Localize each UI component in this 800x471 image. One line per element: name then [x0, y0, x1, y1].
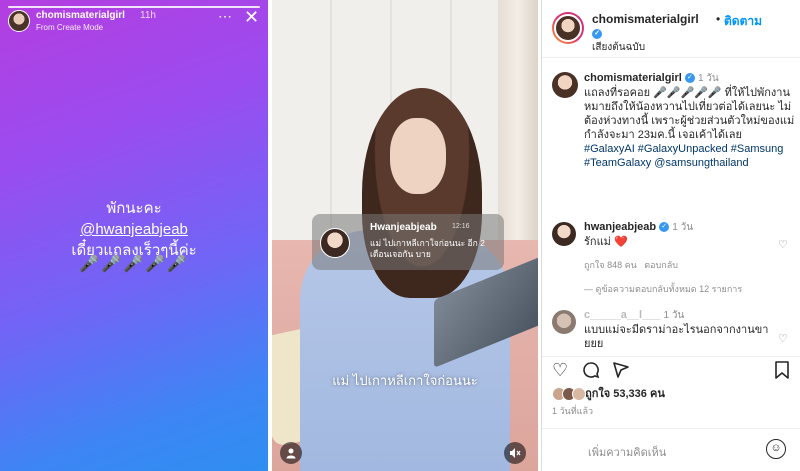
story-text: พักนะคะ @hwanjeabjeab เดี๋ยวแถลงเร็วๆนี้…: [0, 198, 268, 261]
reply-button[interactable]: ตอบกลับ: [644, 260, 678, 270]
notification-avatar: [320, 228, 350, 258]
story-mode-label: From Create Mode: [36, 23, 104, 32]
comment-avatar[interactable]: [552, 222, 576, 246]
verified-icon: ✓: [659, 222, 670, 233]
post-caption: chomismaterialgirl ✓ 1 วัน แถลงที่รอคอย …: [584, 71, 796, 170]
caption-hashtags[interactable]: #GalaxyAI #GalaxyUnpacked #Samsung #Team…: [584, 143, 783, 169]
story-mic-emojis: 🎤🎤🎤🎤🎤: [79, 256, 189, 273]
story-text-line-1: พักนะคะ: [106, 200, 162, 217]
comment-likes[interactable]: ถูกใจ 848 คน: [584, 260, 637, 270]
notification-username: Hwanjeabjeab: [370, 222, 437, 233]
comment-bubble-icon[interactable]: [582, 361, 600, 382]
caption-username[interactable]: chomismaterialgirl: [584, 72, 682, 84]
save-bookmark-icon[interactable]: [774, 361, 790, 382]
notification-message: แม่ ไปเกาหลีเกาใจก่อนนะ อีก 2 เดือนเจอกั…: [370, 238, 485, 259]
verified-icon: ✓: [684, 73, 695, 84]
comment-text: รักแม่ ❤️: [584, 236, 628, 248]
likes-count[interactable]: ถูกใจ 53,336 คน: [585, 388, 665, 400]
liker-avatars: [552, 387, 586, 402]
video-person-face: [390, 118, 446, 194]
comment-meta: ถูกใจ 848 คน ตอบกลับ: [584, 258, 678, 272]
post-actions-bar: ♡: [542, 356, 800, 380]
comment-text: แบบแม่จะมีดราม่าอะไรนอกจากงานขายยย: [584, 324, 769, 350]
notification-time: 12:16: [452, 223, 470, 230]
story-avatar[interactable]: [8, 10, 30, 32]
story-username[interactable]: chomismaterialgirl: [36, 10, 125, 21]
comment-2: c_____a__l___ 1 วัน แบบแม่จะมีดราม่าอะไร…: [584, 308, 774, 351]
like-heart-icon[interactable]: ♡: [552, 361, 568, 379]
reel-video-panel[interactable]: Hwanjeabjeab 12:16 แม่ ไปเกาหลีเกาใจก่อน…: [272, 0, 538, 471]
comment-like-heart-icon[interactable]: ♡: [778, 238, 788, 251]
caption-text: แถลงที่รอคอย 🎤🎤🎤🎤🎤 ที่ให้ไปพักงาน หมายถึ…: [584, 87, 795, 141]
mute-icon[interactable]: [504, 442, 526, 464]
comment-time: 1 วัน: [663, 310, 685, 321]
comment-username[interactable]: c_____a__l___: [584, 309, 660, 321]
close-icon[interactable]: ✕: [244, 8, 259, 26]
comment-username[interactable]: hwanjeabjeab: [584, 221, 656, 233]
user-icon[interactable]: [280, 442, 302, 464]
post-likes[interactable]: ถูกใจ 53,336 คน: [552, 384, 665, 402]
post-author-avatar[interactable]: [552, 12, 584, 44]
message-notification: Hwanjeabjeab 12:16 แม่ ไปเกาหลีเกาใจก่อน…: [312, 214, 504, 270]
video-caption: แม่ ไปเกาหลีเกาใจก่อนนะ: [332, 373, 478, 388]
story-time: 11h: [140, 10, 156, 21]
add-comment-input[interactable]: เพิ่มความคิดเห็น: [588, 443, 666, 461]
caption-author-avatar[interactable]: [552, 72, 578, 98]
comment-like-heart-icon[interactable]: ♡: [778, 332, 788, 345]
post-header: chomismaterialgirl ✓ • ติดตาม เสียงต้นฉบ…: [542, 0, 800, 58]
more-options-icon[interactable]: ⋯: [218, 8, 233, 25]
header-dot: •: [716, 12, 721, 26]
share-paper-plane-icon[interactable]: [612, 361, 630, 382]
original-audio-link[interactable]: เสียงต้นฉบับ: [592, 40, 645, 55]
comment-avatar[interactable]: [552, 310, 576, 334]
post-date: 1 วันที่แล้ว: [552, 406, 594, 416]
follow-button[interactable]: ติดตาม: [724, 12, 762, 31]
verified-icon: ✓: [592, 28, 602, 39]
post-author-username[interactable]: chomismaterialgirl ✓: [592, 12, 712, 40]
story-mention-link[interactable]: @hwanjeabjeab: [0, 219, 268, 240]
post-details-panel: chomismaterialgirl ✓ • ติดตาม เสียงต้นฉบ…: [541, 0, 800, 471]
story-panel: chomismaterialgirl 11h From Create Mode …: [0, 0, 268, 471]
comment-time: 1 วัน: [672, 222, 694, 233]
view-replies-link[interactable]: — ดูข้อความตอบกลับทั้งหมด 12 รายการ: [584, 282, 742, 296]
add-comment-bar: เพิ่มความคิดเห็น ☺: [542, 428, 800, 471]
caption-time: 1 วัน: [697, 73, 719, 84]
emoji-icon[interactable]: ☺: [766, 439, 786, 459]
comment-1: hwanjeabjeab ✓ 1 วัน รักแม่ ❤️: [584, 220, 774, 249]
